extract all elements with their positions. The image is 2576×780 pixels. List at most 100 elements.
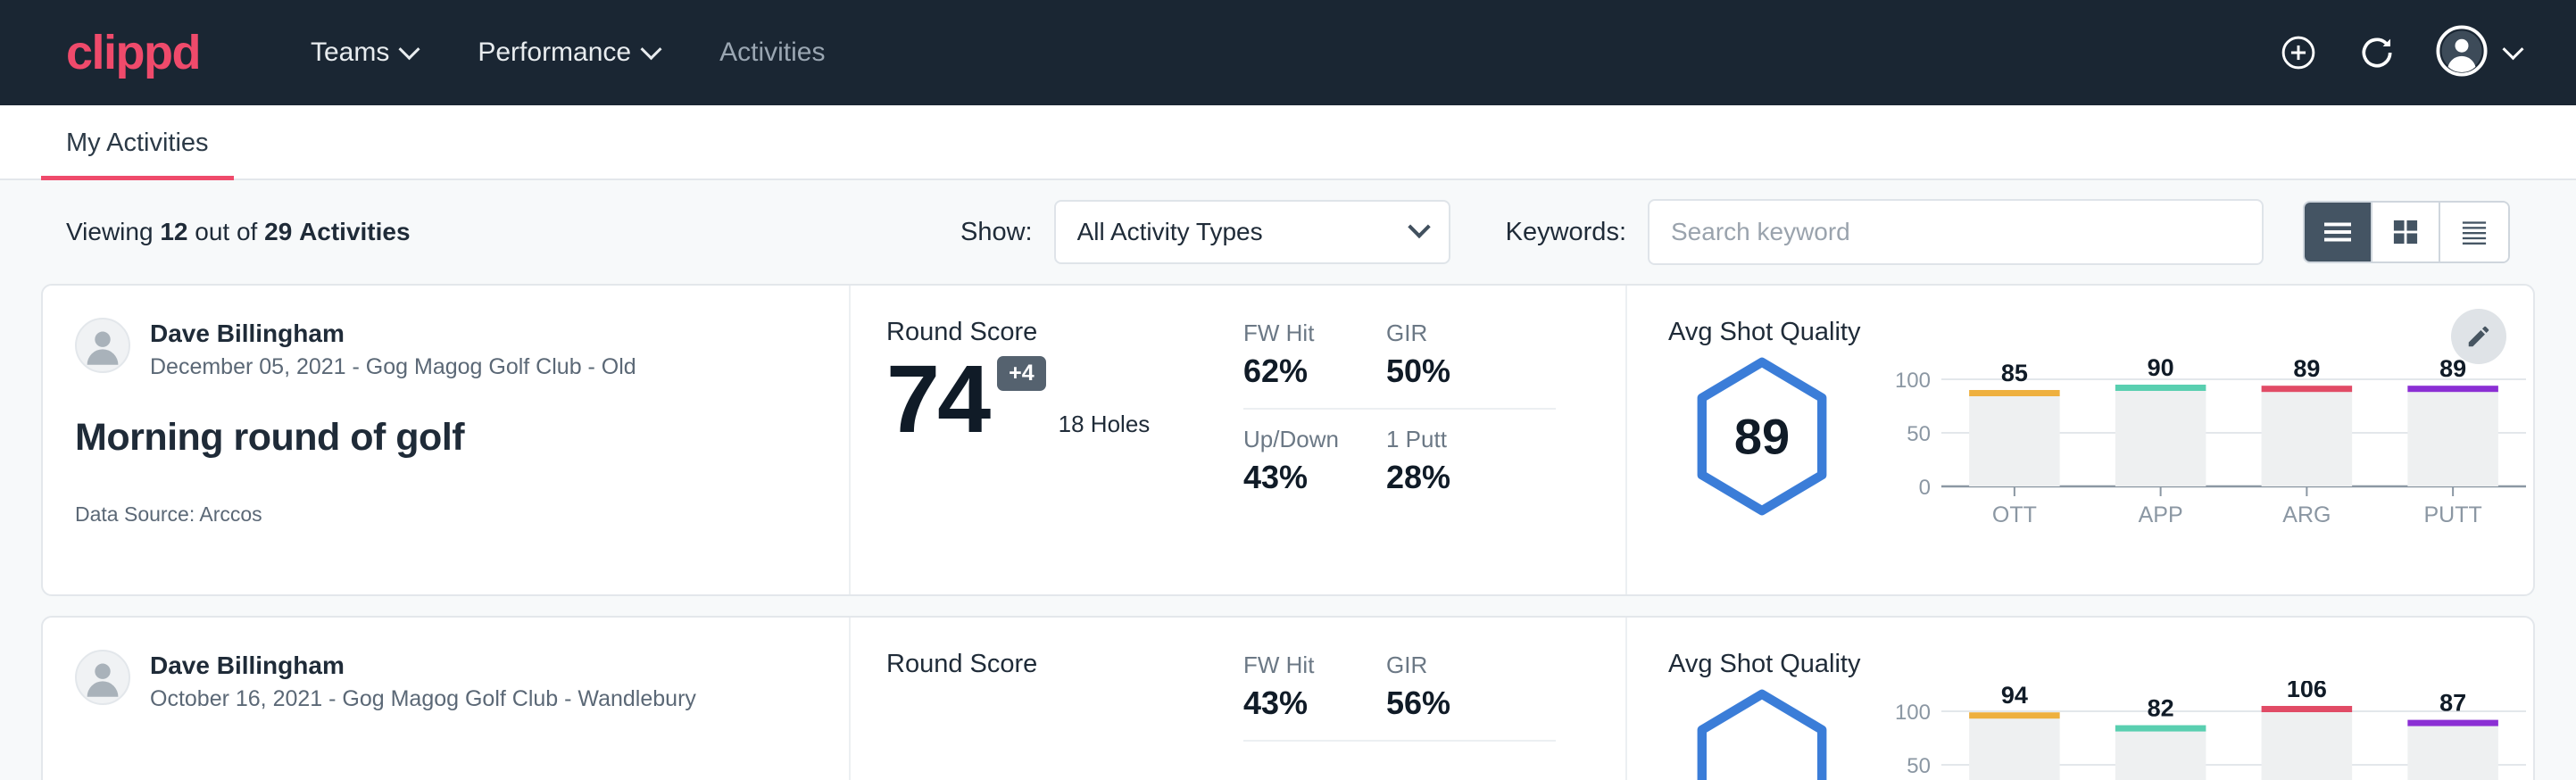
filter-toolbar: Viewing 12 out of 29 Activities Show: Al… <box>41 180 2535 284</box>
person-icon <box>77 318 129 373</box>
stat-label: Up/Down <box>1243 426 1359 453</box>
activity-title: Morning round of golf <box>75 416 813 460</box>
y-tick-label: 100 <box>1895 701 1931 725</box>
tab-my-activities[interactable]: My Activities <box>41 129 234 180</box>
y-tick-label: 50 <box>1907 754 1931 778</box>
top-navigation-bar: clippd Teams Performance Activities <box>0 0 2576 105</box>
bar-value-label: 87 <box>2439 690 2466 717</box>
y-tick-label: 50 <box>1907 422 1931 446</box>
chevron-down-icon <box>641 38 662 60</box>
round-stats: FW Hit 43% GIR 56% <box>1243 651 1556 780</box>
filter-controls: Show: All Activity Types Keywords: <box>960 199 2510 265</box>
round-score-label: Round Score <box>886 318 1243 347</box>
bar <box>1969 718 2060 780</box>
viewing-prefix: Viewing <box>66 218 154 245</box>
person-icon <box>77 650 129 705</box>
edit-activity-button[interactable] <box>2451 309 2506 364</box>
bar-value-label: 94 <box>2001 682 2028 709</box>
stat-value: 50% <box>1386 353 1529 390</box>
avatar <box>75 318 130 373</box>
plus-circle-icon[interactable] <box>2279 33 2318 72</box>
avg-shot-quality-block: Avg Shot Quality 89 05010085OTT90APP89AR… <box>1627 286 2533 594</box>
search-input[interactable] <box>1671 218 2240 246</box>
stat-value: 43% <box>1243 459 1359 496</box>
stat-label: FW Hit <box>1243 651 1359 679</box>
avg-shot-quality-value: 89 <box>1691 408 1833 466</box>
main-nav-links: Teams Performance Activities <box>280 37 855 68</box>
bar-cap <box>2115 726 2206 732</box>
grid-view-icon <box>2389 218 2422 246</box>
chevron-down-icon <box>1408 216 1430 238</box>
author-name: Dave Billingham <box>150 650 696 681</box>
tab-my-activities-label: My Activities <box>66 129 209 157</box>
activity-type-select-value: All Activity Types <box>1077 218 1263 246</box>
bar-chart-svg: 05010085OTT90APP89ARG89PUTT <box>1891 349 2533 527</box>
stat-label: 1 Putt <box>1386 426 1529 453</box>
shot-quality-chart: 05010085OTT90APP89ARG89PUTT <box>1891 349 2533 527</box>
bar <box>2262 711 2353 780</box>
round-score-label: Round Score <box>886 650 1243 679</box>
bar <box>2115 731 2206 780</box>
bar-cap <box>2262 386 2353 392</box>
keywords-label: Keywords: <box>1506 218 1626 247</box>
refresh-icon[interactable] <box>2357 33 2397 72</box>
round-score-block: Round Score <box>886 650 1243 780</box>
round-score-value: 74 <box>886 351 988 447</box>
view-toggle-group <box>2303 201 2510 263</box>
bar-value-label: 90 <box>2148 354 2174 381</box>
activity-meta: December 05, 2021 - Gog Magog Golf Club … <box>150 354 636 380</box>
bar <box>2407 726 2498 780</box>
chevron-down-icon <box>399 38 420 60</box>
author-name: Dave Billingham <box>150 318 636 349</box>
activity-author: Dave Billingham December 05, 2021 - Gog … <box>75 318 813 380</box>
nav-item-performance-label: Performance <box>478 37 631 68</box>
y-tick-label: 100 <box>1895 369 1931 393</box>
activity-summary: Dave Billingham October 16, 2021 - Gog M… <box>43 618 851 780</box>
bar <box>2407 391 2498 486</box>
x-tick-label: ARG <box>2282 502 2331 527</box>
x-tick-label: APP <box>2139 502 2183 527</box>
bar <box>2262 391 2353 486</box>
avg-shot-quality-hexagon <box>1668 686 1856 780</box>
activity-card[interactable]: Dave Billingham December 05, 2021 - Gog … <box>41 284 2535 596</box>
account-menu[interactable] <box>2436 25 2521 81</box>
page-body: Viewing 12 out of 29 Activities Show: Al… <box>0 180 2576 780</box>
nav-item-teams[interactable]: Teams <box>280 37 447 68</box>
pencil-icon <box>2465 323 2492 350</box>
nav-item-performance[interactable]: Performance <box>447 37 689 68</box>
activity-type-select[interactable]: All Activity Types <box>1054 200 1450 264</box>
round-stats: FW Hit 62% GIR 50% Up/Down 43% 1 Putt 28… <box>1243 319 1556 594</box>
avg-shot-quality-hexagon: 89 <box>1668 354 1856 519</box>
hexagon-icon <box>1691 685 1833 780</box>
stat-gir: GIR 50% <box>1386 319 1556 410</box>
bar <box>1969 395 2060 486</box>
view-toggle-grid[interactable] <box>2372 203 2440 261</box>
bar <box>2115 390 2206 486</box>
view-toggle-list[interactable] <box>2305 203 2372 261</box>
stat-up-down: Up/Down 43% <box>1243 426 1386 496</box>
account-avatar-icon <box>2436 25 2488 81</box>
bar-cap <box>2407 720 2498 726</box>
activity-card[interactable]: Dave Billingham October 16, 2021 - Gog M… <box>41 616 2535 780</box>
round-score-block: Round Score 74 +4 18 Holes <box>886 318 1243 594</box>
stat-gir: GIR 56% <box>1386 651 1556 742</box>
bar-cap <box>2262 706 2353 712</box>
view-toggle-compact[interactable] <box>2440 203 2508 261</box>
y-tick-label: 0 <box>1919 476 1931 500</box>
x-tick-label: PUTT <box>2423 502 2481 527</box>
avg-shot-quality-label: Avg Shot Quality <box>1668 650 2533 679</box>
stat-value: 43% <box>1243 685 1359 722</box>
search-input-wrap[interactable] <box>1648 199 2264 265</box>
bar-value-label: 82 <box>2148 695 2174 722</box>
viewing-summary: Viewing 12 out of 29 Activities <box>66 218 411 246</box>
viewing-count: 12 <box>160 218 187 245</box>
brand-logo[interactable]: clippd <box>66 29 200 77</box>
activity-scores: Round Score 74 +4 18 Holes FW Hit 62% GI… <box>851 286 1627 594</box>
nav-item-activities-label: Activities <box>719 37 825 68</box>
stat-label: GIR <box>1386 319 1529 347</box>
chevron-down-icon <box>2502 38 2523 60</box>
tab-bar: My Activities <box>0 105 2576 180</box>
avg-shot-quality-label: Avg Shot Quality <box>1668 318 2533 347</box>
nav-item-activities[interactable]: Activities <box>689 37 855 68</box>
viewing-middle: out of <box>195 218 257 245</box>
